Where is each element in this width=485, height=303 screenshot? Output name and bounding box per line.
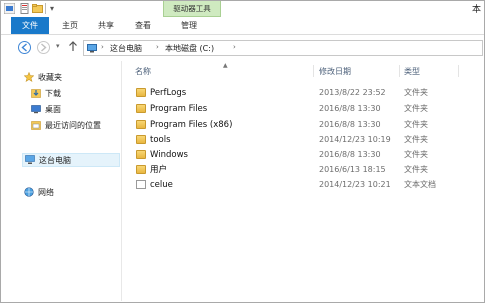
forward-arrow-icon — [41, 43, 47, 52]
table-row[interactable]: tools 2014/12/23 10:19 文件夹 — [132, 134, 482, 146]
folder-icon — [136, 104, 146, 113]
sidebar-item-downloads[interactable]: 下载 — [31, 87, 116, 100]
column-divider[interactable] — [458, 65, 459, 77]
address-bar[interactable]: › 这台电脑 › 本地磁盘 (C:) › — [83, 40, 483, 56]
window-title: 本 — [471, 5, 481, 15]
customize-toolbar-icon[interactable]: ▾ — [50, 3, 61, 14]
desktop-icon — [31, 104, 41, 114]
sidebar-item-desktop[interactable]: 桌面 — [31, 103, 116, 116]
navigation-pane: 收藏夹 下载 桌面 最近访问的位置 这台电脑 网络 — [0, 61, 122, 301]
properties-icon[interactable] — [19, 3, 30, 14]
breadcrumb-separator-icon[interactable]: › — [156, 43, 159, 51]
up-button[interactable] — [67, 40, 79, 53]
table-row[interactable]: celue 2014/12/23 10:21 文本文档 — [132, 179, 482, 191]
table-row[interactable]: Program Files 2016/8/8 13:30 文件夹 — [132, 103, 482, 115]
recent-places-icon — [31, 120, 41, 130]
folder-icon — [136, 88, 146, 97]
sidebar-item-recent-places[interactable]: 最近访问的位置 — [31, 119, 119, 132]
column-header-modified[interactable]: 修改日期 — [319, 66, 351, 77]
breadcrumb-separator-icon[interactable]: › — [233, 43, 236, 51]
network-icon — [24, 187, 34, 197]
folder-icon — [136, 150, 146, 159]
breadcrumb-this-pc[interactable]: 这台电脑 — [110, 43, 142, 54]
window-menu-icon[interactable] — [3, 2, 16, 15]
sidebar-item-network[interactable]: 网络 — [24, 186, 114, 199]
table-row[interactable]: PerfLogs 2013/8/22 23:52 文件夹 — [132, 87, 482, 99]
sort-indicator-icon: ▲ — [223, 62, 228, 69]
sidebar-item-favorites[interactable]: 收藏夹 — [23, 71, 114, 84]
tab-view[interactable]: 查看 — [128, 17, 158, 34]
tab-share[interactable]: 共享 — [91, 17, 121, 34]
tab-manage[interactable]: 管理 — [174, 17, 204, 34]
column-header-type[interactable]: 类型 — [404, 66, 420, 77]
back-arrow-icon — [21, 43, 27, 52]
column-divider[interactable] — [399, 65, 400, 77]
tab-file[interactable]: 文件 — [11, 17, 49, 34]
table-row[interactable]: 用户 2016/6/13 18:15 文件夹 — [132, 164, 482, 176]
up-arrow-icon — [69, 41, 77, 51]
ribbon-tabs: 文件 主页 共享 查看 管理 — [0, 17, 485, 35]
table-row[interactable]: Program Files (x86) 2016/8/8 13:30 文件夹 — [132, 119, 482, 131]
navigation-bar: ▾ › 这台电脑 › 本地磁盘 (C:) › — [0, 35, 485, 61]
column-divider[interactable] — [313, 65, 314, 77]
table-row[interactable]: Windows 2016/8/8 13:30 文件夹 — [132, 149, 482, 161]
star-icon — [23, 71, 35, 82]
folder-icon — [136, 135, 146, 144]
file-list-pane: ▲ 名称 修改日期 类型 PerfLogs 2013/8/22 23:52 文件… — [122, 61, 485, 301]
recent-locations-icon[interactable]: ▾ — [56, 42, 60, 50]
breadcrumb-separator-icon[interactable]: › — [101, 43, 104, 51]
text-file-icon — [136, 180, 146, 189]
toolbar-divider — [45, 3, 46, 14]
folder-icon — [136, 120, 146, 129]
context-tab-drive-tools: 驱动器工具 — [163, 0, 221, 17]
download-icon — [31, 88, 41, 98]
column-header-name[interactable]: 名称 — [135, 66, 151, 77]
forward-button[interactable] — [37, 41, 50, 54]
new-folder-icon[interactable] — [32, 3, 43, 14]
breadcrumb-local-disk[interactable]: 本地磁盘 (C:) — [165, 43, 214, 54]
title-bar: ▾ 驱动器工具 本 — [0, 0, 485, 18]
computer-icon — [25, 155, 35, 165]
tab-home[interactable]: 主页 — [55, 17, 85, 34]
back-button[interactable] — [18, 41, 31, 54]
folder-icon — [136, 165, 146, 174]
sidebar-item-this-pc[interactable]: 这台电脑 — [22, 153, 120, 167]
computer-icon — [87, 44, 97, 55]
